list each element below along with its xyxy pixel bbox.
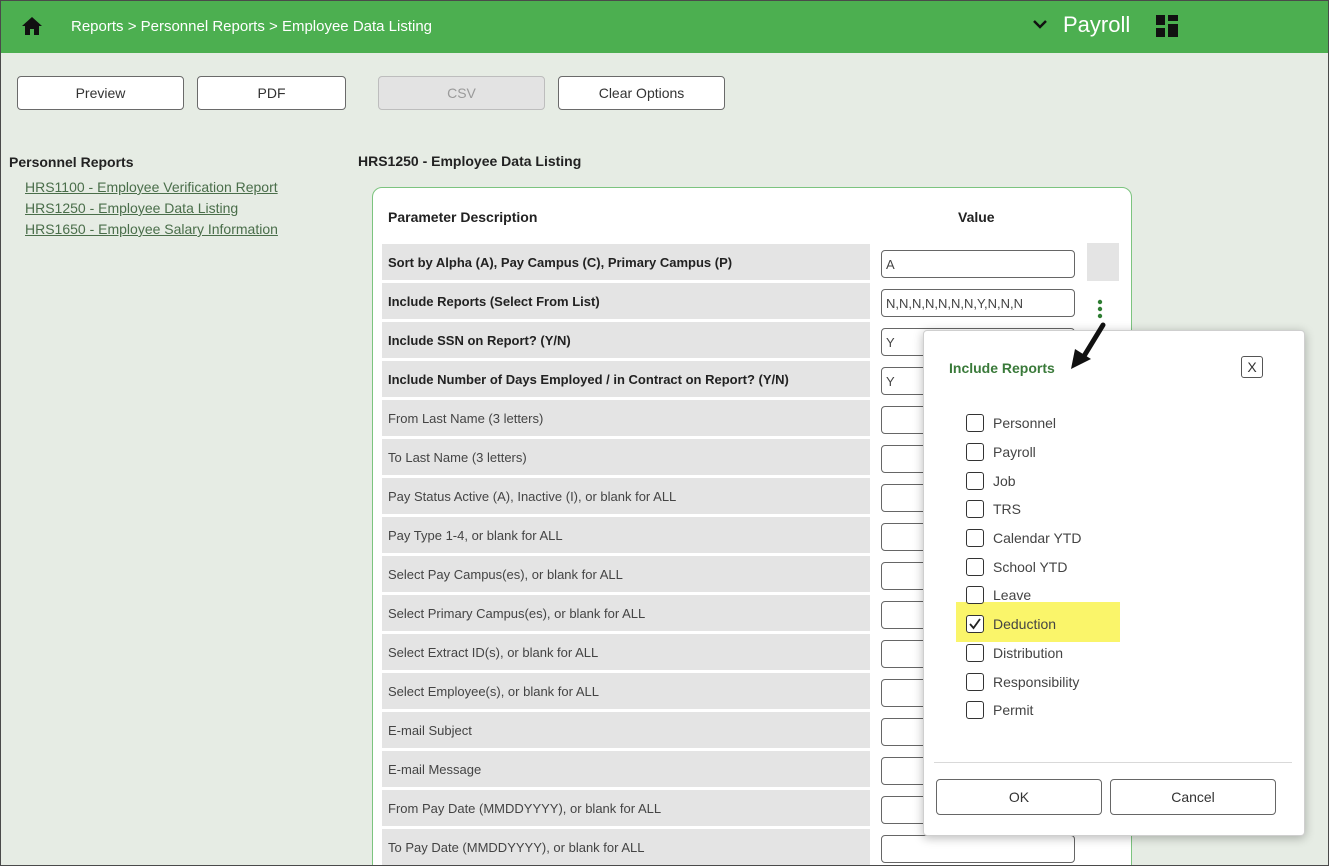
header-value: Value bbox=[958, 209, 995, 225]
checkbox[interactable] bbox=[966, 673, 984, 691]
checkbox-item-leave[interactable]: Leave bbox=[966, 584, 1031, 606]
checkbox-item-job[interactable]: Job bbox=[966, 470, 1016, 492]
checkbox-label: Leave bbox=[993, 587, 1032, 603]
annotation-arrow-icon bbox=[1071, 322, 1106, 369]
lookup-placeholder bbox=[1087, 243, 1119, 281]
csv-button[interactable]: CSV bbox=[378, 76, 545, 110]
pdf-button[interactable]: PDF bbox=[197, 76, 346, 110]
kebab-menu-icon[interactable] bbox=[1095, 298, 1105, 320]
leftnav-title: Personnel Reports bbox=[9, 154, 134, 170]
param-desc-pay-type: Pay Type 1-4, or blank for ALL bbox=[382, 517, 870, 553]
checkbox-checked[interactable] bbox=[966, 615, 984, 633]
checkbox[interactable] bbox=[966, 472, 984, 490]
param-desc-employees: Select Employee(s), or blank for ALL bbox=[382, 673, 870, 709]
page-title: HRS1250 - Employee Data Listing bbox=[358, 153, 582, 169]
checkbox[interactable] bbox=[966, 414, 984, 432]
param-desc-include-ssn: Include SSN on Report? (Y/N) bbox=[382, 322, 870, 358]
nav-link-hrs1650[interactable]: HRS1650 - Employee Salary Information bbox=[25, 221, 278, 237]
param-input-include-reports[interactable]: N,N,N,N,N,N,N,Y,N,N,N bbox=[881, 289, 1075, 317]
clear-options-button[interactable]: Clear Options bbox=[558, 76, 725, 110]
checkbox[interactable] bbox=[966, 586, 984, 604]
param-input-sort[interactable]: A bbox=[881, 250, 1075, 278]
param-desc-sort: Sort by Alpha (A), Pay Campus (C), Prima… bbox=[382, 244, 870, 280]
checkbox-label: Personnel bbox=[993, 415, 1057, 431]
breadcrumb: Reports > Personnel Reports > Employee D… bbox=[71, 18, 433, 35]
header-parameter-description: Parameter Description bbox=[388, 209, 538, 225]
checkbox-item-trs[interactable]: TRS bbox=[966, 498, 1021, 520]
param-desc-pay-campus: Select Pay Campus(es), or blank for ALL bbox=[382, 556, 870, 592]
dialog-title: Include Reports bbox=[949, 360, 1055, 376]
divider bbox=[934, 762, 1292, 763]
checkbox-item-calendar-ytd[interactable]: Calendar YTD bbox=[966, 527, 1081, 549]
checkbox-item-payroll[interactable]: Payroll bbox=[966, 441, 1036, 463]
param-desc-days-employed: Include Number of Days Employed / in Con… bbox=[382, 361, 870, 397]
param-desc-pay-status: Pay Status Active (A), Inactive (I), or … bbox=[382, 478, 870, 514]
home-icon[interactable] bbox=[21, 15, 43, 37]
nav-link-hrs1100[interactable]: HRS1100 - Employee Verification Report bbox=[25, 179, 278, 195]
top-bar: Reports > Personnel Reports > Employee D… bbox=[1, 1, 1328, 53]
param-desc-primary-campus: Select Primary Campus(es), or blank for … bbox=[382, 595, 870, 631]
checkbox-label: Permit bbox=[993, 702, 1034, 718]
checkbox-label: Calendar YTD bbox=[993, 530, 1082, 546]
app-window: Reports > Personnel Reports > Employee D… bbox=[0, 0, 1329, 866]
param-desc-to-last-name: To Last Name (3 letters) bbox=[382, 439, 870, 475]
cancel-button[interactable]: Cancel bbox=[1110, 779, 1276, 815]
param-desc-extract-id: Select Extract ID(s), or blank for ALL bbox=[382, 634, 870, 670]
nav-link-hrs1250[interactable]: HRS1250 - Employee Data Listing bbox=[25, 200, 238, 216]
check-icon bbox=[969, 618, 981, 630]
param-desc-from-pay-date: From Pay Date (MMDDYYYY), or blank for A… bbox=[382, 790, 870, 826]
checkbox-item-responsibility[interactable]: Responsibility bbox=[966, 671, 1079, 693]
checkbox-item-deduction[interactable]: Deduction bbox=[966, 613, 1056, 635]
checkbox[interactable] bbox=[966, 644, 984, 662]
include-reports-dialog: Include Reports X Personnel Payroll Job … bbox=[923, 330, 1305, 836]
checkbox-item-school-ytd[interactable]: School YTD bbox=[966, 556, 1067, 578]
close-button[interactable]: X bbox=[1241, 356, 1263, 378]
toolbar: Preview PDF CSV Clear Options bbox=[1, 53, 1328, 131]
checkbox[interactable] bbox=[966, 443, 984, 461]
checkbox[interactable] bbox=[966, 529, 984, 547]
param-input-to-pay-date[interactable] bbox=[881, 835, 1075, 863]
grid-icon[interactable] bbox=[1155, 14, 1179, 38]
checkbox-item-permit[interactable]: Permit bbox=[966, 699, 1033, 721]
chevron-down-icon[interactable] bbox=[1031, 15, 1049, 33]
checkbox-label: Distribution bbox=[993, 645, 1064, 661]
checkbox-item-distribution[interactable]: Distribution bbox=[966, 642, 1063, 664]
checkbox[interactable] bbox=[966, 701, 984, 719]
checkbox-label: Job bbox=[993, 473, 1016, 489]
checkbox[interactable] bbox=[966, 558, 984, 576]
checkbox-label: School YTD bbox=[993, 559, 1068, 575]
param-desc-email-subject: E-mail Subject bbox=[382, 712, 870, 748]
checkbox-item-personnel[interactable]: Personnel bbox=[966, 412, 1056, 434]
param-desc-from-last-name: From Last Name (3 letters) bbox=[382, 400, 870, 436]
checkbox[interactable] bbox=[966, 500, 984, 518]
checkbox-label: TRS bbox=[993, 501, 1021, 517]
param-desc-to-pay-date: To Pay Date (MMDDYYYY), or blank for ALL bbox=[382, 829, 870, 865]
checkbox-label: Payroll bbox=[993, 444, 1036, 460]
param-desc-email-message: E-mail Message bbox=[382, 751, 870, 787]
preview-button[interactable]: Preview bbox=[17, 76, 184, 110]
param-desc-include-reports: Include Reports (Select From List) bbox=[382, 283, 870, 319]
ok-button[interactable]: OK bbox=[936, 779, 1102, 815]
checkbox-label: Responsibility bbox=[993, 674, 1080, 690]
module-name[interactable]: Payroll bbox=[1063, 12, 1130, 38]
checkbox-label: Deduction bbox=[993, 616, 1057, 632]
